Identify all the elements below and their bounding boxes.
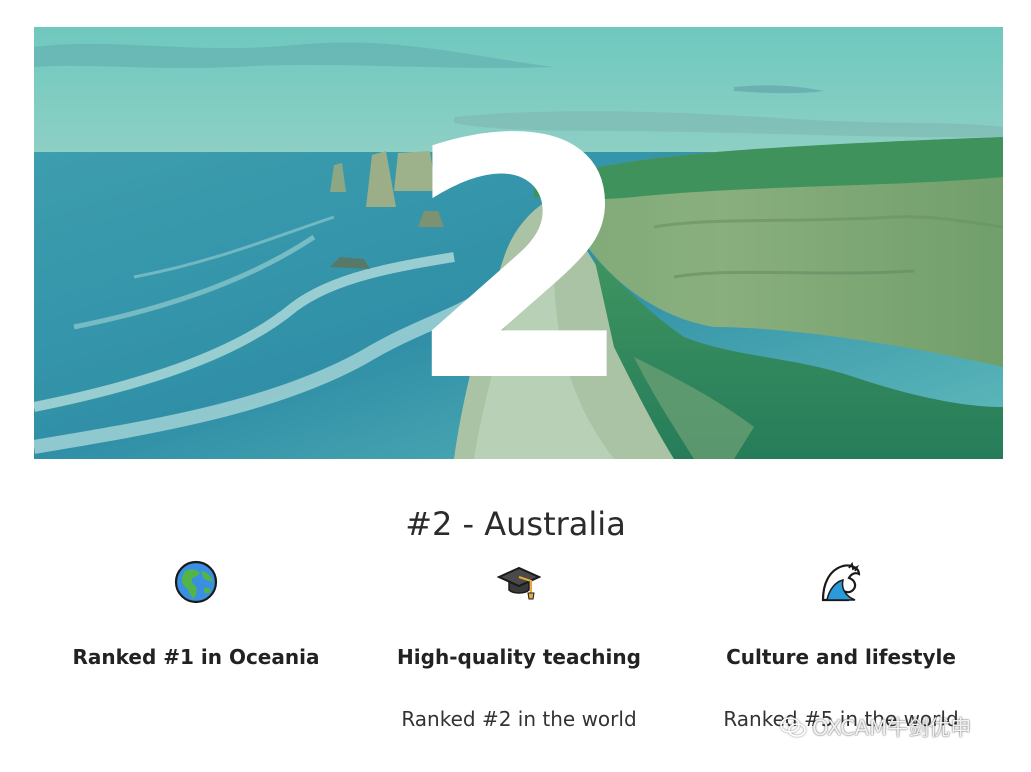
feature-text: Ranked #2 in the world <box>401 707 637 731</box>
hero-rank-number: 2 <box>405 70 636 454</box>
graduation-cap-icon <box>497 566 541 600</box>
feature-heading: Ranked #1 in Oceania <box>72 645 320 669</box>
section-title: #2 - Australia <box>405 505 626 543</box>
globe-africa-europe-icon <box>174 560 218 604</box>
watermark: OXCAM牛剑优申 <box>780 712 971 742</box>
wechat-icon <box>780 717 806 737</box>
feature-card-culture: Culture and lifestyle Ranked #5 in the w… <box>681 560 1001 732</box>
feature-heading: Culture and lifestyle <box>726 645 956 669</box>
feature-card-teaching: High-quality teaching Ranked #2 in the w… <box>359 560 679 732</box>
feature-heading: High-quality teaching <box>397 645 641 669</box>
feature-card-oceania: Ranked #1 in Oceania <box>36 560 356 706</box>
hero-banner: 2 <box>34 27 1003 459</box>
watermark-text: OXCAM牛剑优申 <box>812 716 972 740</box>
water-wave-icon <box>821 561 861 602</box>
